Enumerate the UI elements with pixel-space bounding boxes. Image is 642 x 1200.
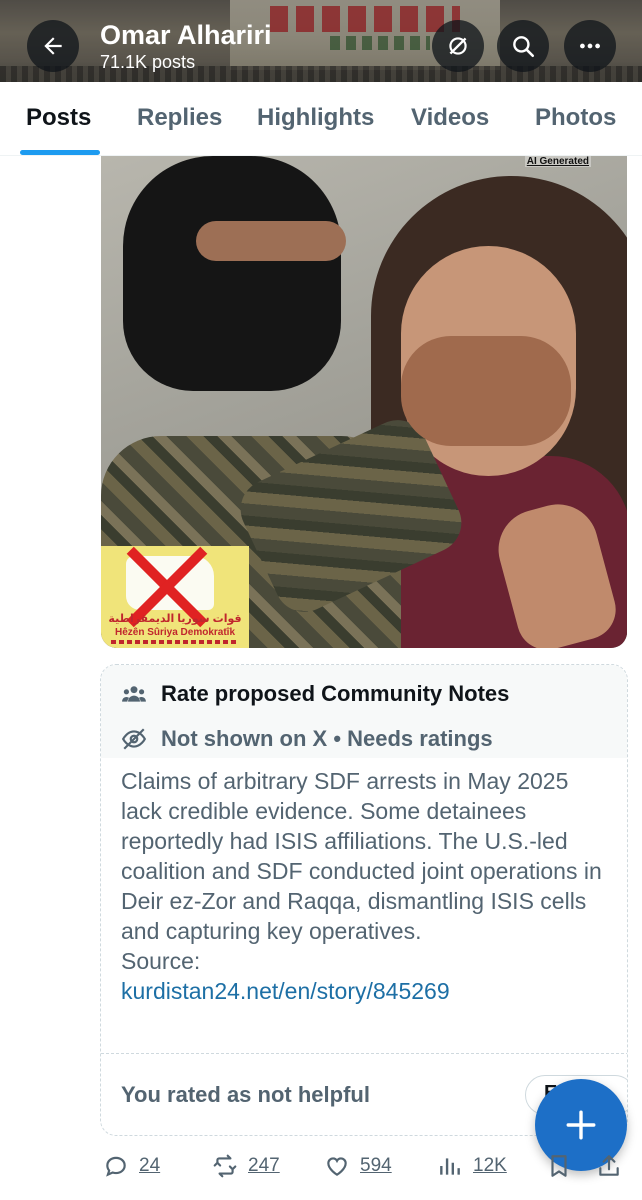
bookmark-button[interactable]: [546, 1153, 572, 1179]
repost-button[interactable]: 247: [212, 1153, 280, 1179]
search-button[interactable]: [497, 20, 549, 72]
share-button[interactable]: [596, 1153, 622, 1179]
community-icon: [122, 686, 146, 702]
like-button[interactable]: 594: [324, 1153, 392, 1179]
bookmark-icon: [551, 1155, 567, 1177]
like-icon: [327, 1157, 347, 1176]
eye-off-icon: [121, 728, 147, 750]
sdf-logo: قوات سوريا الديمقراطية Hêzên Sûriya Demo…: [101, 546, 249, 648]
logo-arabic-text: قوات سوريا الديمقراطية: [108, 613, 242, 625]
back-arrow-icon: [44, 37, 62, 55]
profile-name: Omar Alhariri: [100, 20, 272, 50]
views-button[interactable]: 12K: [437, 1153, 507, 1179]
back-button[interactable]: [27, 20, 79, 72]
repost-count: 247: [248, 1155, 280, 1176]
post-count: 71.1K posts: [100, 52, 196, 72]
tab-highlights[interactable]: Highlights: [257, 104, 374, 132]
community-notes-title: Rate proposed Community Notes: [161, 681, 510, 706]
search-icon: [513, 36, 535, 58]
logo-latin-text: Hêzên Sûriya Demokratîk: [114, 627, 236, 638]
post-image[interactable]: AI Generated قوات سوريا الديمقراطية Hêzê…: [101, 156, 627, 648]
ai-generated-label: AI Generated: [524, 156, 591, 167]
rating-status: You rated as not helpful: [121, 1082, 370, 1107]
reply-icon: [106, 1156, 126, 1177]
profile-tabs: Posts Replies Highlights Videos Photos: [0, 82, 642, 156]
profile-header-banner: Omar Alhariri 71.1K posts: [0, 0, 642, 82]
note-body: Claims of arbitrary SDF arrests in May 2…: [121, 766, 611, 1006]
note-source-link[interactable]: kurdistan24.net/en/story/845269: [121, 978, 450, 1004]
more-button[interactable]: [564, 20, 616, 72]
grok-icon: [449, 37, 467, 55]
plus-icon: [566, 1110, 596, 1140]
community-notes-header: Rate proposed Community Notes Not shown …: [101, 665, 627, 758]
share-icon: [599, 1155, 619, 1176]
views-icon: [440, 1158, 460, 1175]
tab-videos[interactable]: Videos: [411, 104, 489, 132]
view-count: 12K: [473, 1155, 507, 1176]
repost-icon: [213, 1154, 237, 1178]
reply-count: 24: [139, 1155, 161, 1176]
soldier-hand: [401, 336, 571, 446]
soldier-eyes: [196, 221, 346, 261]
soldier-balaclava: [123, 156, 341, 391]
note-divider: [101, 1053, 627, 1054]
tab-posts[interactable]: Posts: [26, 104, 91, 132]
more-icon: [580, 43, 600, 49]
tab-photos[interactable]: Photos: [535, 104, 616, 132]
community-notes-card[interactable]: Rate proposed Community Notes Not shown …: [100, 664, 628, 1136]
note-body-text: Claims of arbitrary SDF arrests in May 2…: [121, 768, 602, 944]
grok-button[interactable]: [432, 20, 484, 72]
note-source-label: Source:: [121, 948, 201, 974]
note-status: Not shown on X • Needs ratings: [161, 726, 493, 751]
active-tab-indicator: [20, 150, 100, 155]
tab-replies[interactable]: Replies: [137, 104, 222, 132]
like-count: 594: [360, 1155, 392, 1176]
reply-button[interactable]: 24: [103, 1153, 160, 1179]
